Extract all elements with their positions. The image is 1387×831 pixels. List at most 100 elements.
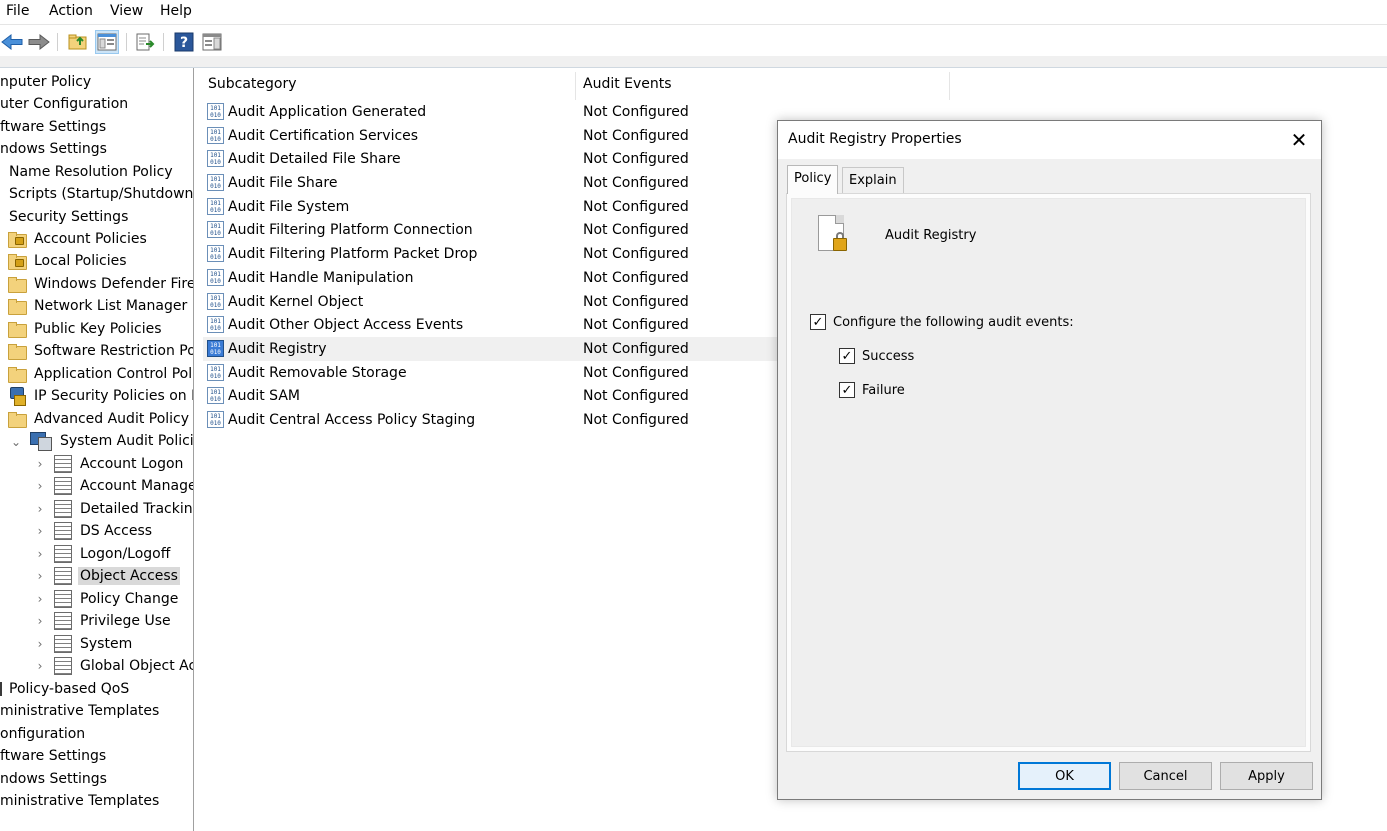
tree-item-user-windows-settings[interactable]: ndows Settings [0,768,109,790]
tree-item-detailed-tracking[interactable]: Detailed Tracking [54,498,193,520]
checkbox-checked[interactable]: ✓ [839,348,855,364]
tree-item-system-audit-policies[interactable]: System Audit Policies [30,430,193,452]
tree-item-policy-change[interactable]: Policy Change [54,588,180,610]
tree-item-label: Advanced Audit Policy Co [34,411,193,427]
tree-item-local-policies[interactable]: Local Policies [8,250,129,272]
tree-item-computer-policy[interactable]: nputer Policy [0,71,93,93]
binary-policy-icon: 101 010 [207,269,224,286]
tab-explain[interactable]: Explain [842,167,904,193]
tree-item-administrative-templates[interactable]: ministrative Templates [0,700,161,722]
chevron-right-icon[interactable]: › [34,614,46,628]
chevron-right-icon[interactable]: › [34,502,46,516]
list-row[interactable]: 101 010 Audit Certification Services Not Co… [203,124,777,148]
dialog-titlebar[interactable]: Audit Registry Properties ✕ [778,121,1321,159]
chevron-right-icon[interactable]: › [34,569,46,583]
close-icon[interactable]: ✕ [1277,121,1321,159]
chevron-right-icon[interactable]: › [34,547,46,561]
audit-events-value: Not Configured [583,151,689,167]
tree-item-label: Policy Change [80,591,179,607]
show-action-pane-icon[interactable] [200,30,224,54]
chevron-right-icon[interactable]: › [34,592,46,606]
console-tree[interactable]: nputer Policy uter Configuration ftware … [0,68,194,831]
binary-policy-icon: 101 010 [207,387,224,404]
tree-item-object-access[interactable]: Object Access [54,565,180,587]
chevron-right-icon[interactable]: › [34,637,46,651]
policy-list-icon [54,635,72,653]
menu-action[interactable]: Action [49,3,93,19]
tree-item-account-policies[interactable]: Account Policies [8,228,149,250]
tree-item-user-administrative-templates[interactable]: ministrative Templates [0,790,161,812]
tree-item-application-control[interactable]: Application Control Polic [8,363,193,385]
column-divider[interactable] [949,72,950,100]
audit-events-value: Not Configured [583,104,689,120]
tree-item-scripts[interactable]: Scripts (Startup/Shutdown) [7,183,193,205]
list-row[interactable]: 101 010 Audit Handle Manipulation Not Confi… [203,266,777,290]
cancel-button[interactable]: Cancel [1119,762,1212,790]
tree-item-policy-based-qos[interactable]: Policy-based QoS [0,678,131,700]
menu-view[interactable]: View [110,3,143,19]
policy-list-icon [54,657,72,675]
list-row[interactable]: 101 010 Audit Central Access Policy Stagin… [203,408,777,432]
list-row[interactable]: 101 010 Audit Other Object Access Events No… [203,313,777,337]
chevron-down-icon[interactable]: ⌄ [10,435,22,449]
chevron-right-icon[interactable]: › [34,479,46,493]
list-row[interactable]: 101 010 Audit Removable Storage Not Configu… [203,361,777,385]
tree-item-security-settings[interactable]: Security Settings [7,206,130,228]
tree-item-label: ndows Settings [0,141,107,157]
menu-help[interactable]: Help [160,3,192,19]
export-list-icon[interactable] [133,30,157,54]
subcategory-name: Audit Filtering Platform Connection [228,222,473,238]
checkbox-checked[interactable]: ✓ [810,314,826,330]
list-row[interactable]: 101 010 Audit Detailed File Share Not Confi… [203,147,777,171]
tree-item-label: IP Security Policies on Lo [34,388,194,404]
menu-file[interactable]: File [6,3,29,19]
back-icon[interactable] [0,30,24,54]
list-row[interactable]: 101 010 Audit Kernel Object Not Configured [203,290,777,314]
list-row-selected[interactable]: 101 010 Audit Registry Not Configured [203,337,777,361]
tree-item-ds-access[interactable]: DS Access [54,520,154,542]
tree-item-advanced-audit[interactable]: Advanced Audit Policy Co [8,408,193,430]
tree-item-windows-settings[interactable]: ndows Settings [0,138,109,160]
column-divider[interactable] [575,72,576,100]
tree-item-user-configuration[interactable]: onfiguration [0,723,87,745]
configure-audit-events-checkbox[interactable]: ✓ Configure the following audit events: [810,314,1074,330]
tree-item-system[interactable]: System [54,633,134,655]
tree-item-label: Account Policies [34,231,147,247]
up-folder-icon[interactable] [66,30,90,54]
success-checkbox[interactable]: ✓ Success [839,348,914,364]
list-row[interactable]: 101 010 Audit Filtering Platform Connectio… [203,218,777,242]
tree-item-privilege-use[interactable]: Privilege Use [54,610,173,632]
list-row[interactable]: 101 010 Audit SAM Not Configured [203,384,777,408]
tree-item-global-object-access[interactable]: Global Object Acc [54,655,193,677]
tree-item-software-restriction[interactable]: Software Restriction Polic [8,340,193,362]
tree-item-windows-defender-firewall[interactable]: Windows Defender Firew [8,273,193,295]
list-row[interactable]: 101 010 Audit Filtering Platform Packet Dr… [203,242,777,266]
tree-item-computer-configuration[interactable]: uter Configuration [0,93,130,115]
chevron-right-icon[interactable]: › [34,524,46,538]
tab-policy[interactable]: Policy [787,165,839,194]
tree-item-user-software-settings[interactable]: ftware Settings [0,745,108,767]
tree-item-software-settings[interactable]: ftware Settings [0,116,108,138]
tree-item-network-list-manager[interactable]: Network List Manager Po [8,295,193,317]
help-icon[interactable]: ? [172,30,196,54]
list-row[interactable]: 101 010 Audit Application Generated Not Con… [203,100,777,124]
apply-button[interactable]: Apply [1220,762,1313,790]
tree-item-name-resolution-policy[interactable]: Name Resolution Policy [7,161,175,183]
chevron-right-icon[interactable]: › [34,659,46,673]
column-header-audit-events[interactable]: Audit Events [583,76,672,96]
chevron-right-icon[interactable]: › [34,457,46,471]
failure-checkbox[interactable]: ✓ Failure [839,382,905,398]
tree-item-public-key-policies[interactable]: Public Key Policies [8,318,164,340]
checkbox-checked[interactable]: ✓ [839,382,855,398]
column-header-subcategory[interactable]: Subcategory [208,76,297,96]
show-hide-tree-icon[interactable] [95,30,119,54]
ok-button[interactable]: OK [1018,762,1111,790]
tree-item-label: Public Key Policies [34,321,162,337]
tree-item-ip-security[interactable]: IP Security Policies on Lo [8,385,194,407]
tree-item-logon-logoff[interactable]: Logon/Logoff [54,543,172,565]
list-row[interactable]: 101 010 Audit File Share Not Configured [203,171,777,195]
forward-icon[interactable] [27,30,51,54]
tree-item-account-management[interactable]: Account Manage [54,475,193,497]
list-row[interactable]: 101 010 Audit File System Not Configured [203,195,777,219]
tree-item-account-logon[interactable]: Account Logon [54,453,185,475]
